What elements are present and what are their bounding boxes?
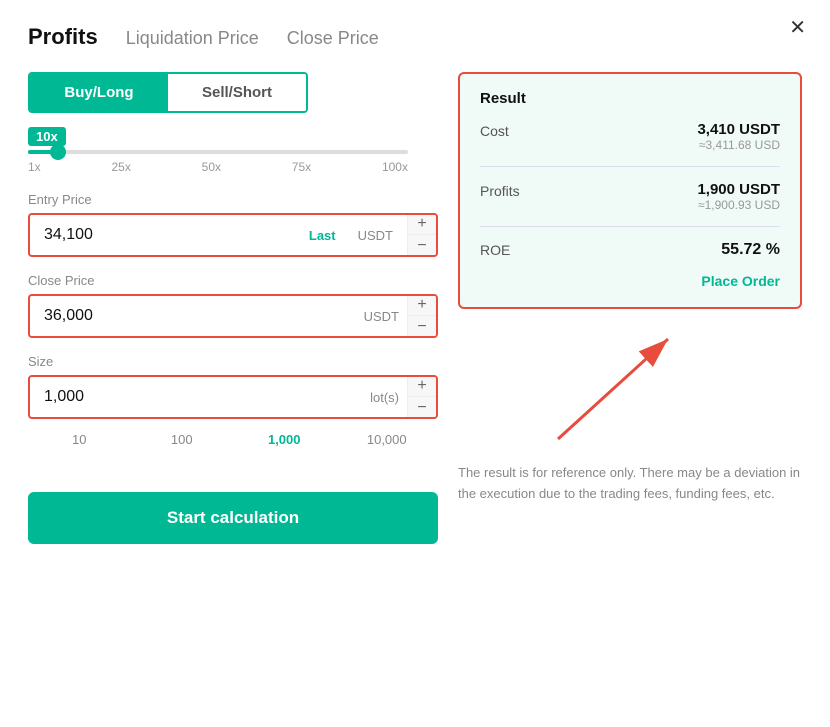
profits-sub-value: ≈1,900.93 USD	[697, 198, 780, 212]
roe-row: ROE 55.72 %	[480, 241, 780, 259]
slider-labels: 1x 25x 50x 75x 100x	[28, 160, 408, 174]
slider-label-100x: 100x	[382, 160, 408, 174]
slider-label-25x: 25x	[111, 160, 130, 174]
close-price-input[interactable]	[30, 307, 356, 325]
sell-short-button[interactable]: Sell/Short	[168, 74, 306, 111]
entry-price-group: Entry Price Last USDT + −	[28, 192, 438, 257]
cost-row: Cost 3,410 USDT ≈3,411.68 USD	[480, 121, 780, 152]
size-input-row: lot(s) + −	[28, 375, 438, 419]
main-layout: Buy/Long Sell/Short 10x 1x 25x 50x 75x 1…	[28, 72, 802, 544]
profits-label: Profits	[480, 181, 520, 199]
close-button[interactable]: ✕	[789, 18, 806, 38]
entry-price-unit: USDT	[350, 228, 401, 243]
tab-profits[interactable]: Profits	[28, 24, 98, 52]
close-price-input-row: USDT + −	[28, 294, 438, 338]
size-quick-10[interactable]: 10	[28, 427, 131, 452]
tab-close-price[interactable]: Close Price	[287, 28, 379, 51]
place-order-link: Place Order	[480, 273, 780, 291]
disclaimer: The result is for reference only. There …	[458, 449, 802, 505]
close-price-unit: USDT	[356, 309, 407, 324]
entry-price-decrement[interactable]: −	[408, 235, 436, 257]
cost-sub-value: ≈3,411.68 USD	[697, 138, 780, 152]
size-quick-10000[interactable]: 10,000	[336, 427, 439, 452]
entry-price-controls: + −	[407, 213, 436, 257]
roe-label: ROE	[480, 242, 510, 258]
red-arrow-icon	[538, 319, 698, 449]
modal: ✕ Profits Liquidation Price Close Price …	[0, 0, 830, 727]
entry-price-label: Entry Price	[28, 192, 438, 207]
divider-2	[480, 226, 780, 227]
entry-price-units: Last USDT	[301, 228, 407, 243]
tabs-bar: Profits Liquidation Price Close Price	[28, 24, 802, 52]
slider-label-1x: 1x	[28, 160, 41, 174]
close-price-group: Close Price USDT + −	[28, 273, 438, 338]
leverage-area: 10x 1x 25x 50x 75x 100x	[28, 127, 408, 174]
cost-main-value: 3,410 USDT	[697, 121, 780, 138]
entry-price-increment[interactable]: +	[408, 213, 436, 235]
arrow-annotation	[458, 309, 802, 449]
profits-main-value: 1,900 USDT	[697, 181, 780, 198]
cost-label: Cost	[480, 121, 509, 139]
size-unit: lot(s)	[362, 390, 407, 405]
leverage-badge: 10x	[28, 127, 66, 146]
close-price-label: Close Price	[28, 273, 438, 288]
size-increment[interactable]: +	[408, 375, 436, 397]
size-decrement[interactable]: −	[408, 397, 436, 419]
entry-price-last-badge[interactable]: Last	[301, 228, 344, 243]
size-input[interactable]	[30, 388, 362, 406]
place-order-button[interactable]: Place Order	[701, 273, 780, 289]
close-price-increment[interactable]: +	[408, 294, 436, 316]
left-panel: Buy/Long Sell/Short 10x 1x 25x 50x 75x 1…	[28, 72, 438, 544]
divider-1	[480, 166, 780, 167]
size-quick-1000[interactable]: 1,000	[233, 427, 336, 452]
result-box: Result Cost 3,410 USDT ≈3,411.68 USD Pro…	[458, 72, 802, 309]
tab-liquidation-price[interactable]: Liquidation Price	[126, 28, 259, 51]
leverage-slider-thumb[interactable]	[50, 144, 66, 160]
close-price-controls: + −	[407, 294, 436, 338]
profits-values: 1,900 USDT ≈1,900.93 USD	[697, 181, 780, 212]
right-panel: Result Cost 3,410 USDT ≈3,411.68 USD Pro…	[458, 72, 802, 544]
size-label: Size	[28, 354, 438, 369]
buy-long-button[interactable]: Buy/Long	[30, 74, 168, 111]
slider-label-75x: 75x	[292, 160, 311, 174]
cost-values: 3,410 USDT ≈3,411.68 USD	[697, 121, 780, 152]
profits-row: Profits 1,900 USDT ≈1,900.93 USD	[480, 181, 780, 212]
slider-label-50x: 50x	[202, 160, 221, 174]
size-quick-100[interactable]: 100	[131, 427, 234, 452]
buy-sell-toggle: Buy/Long Sell/Short	[28, 72, 308, 113]
start-calculation-button[interactable]: Start calculation	[28, 492, 438, 544]
entry-price-input-row: Last USDT + −	[28, 213, 438, 257]
size-group: Size lot(s) + − 10 100 1,000 10,000	[28, 354, 438, 452]
roe-value: 55.72 %	[721, 241, 780, 259]
leverage-slider-track[interactable]	[28, 150, 408, 154]
close-price-decrement[interactable]: −	[408, 316, 436, 338]
result-title: Result	[480, 90, 780, 107]
entry-price-input[interactable]	[30, 226, 301, 244]
size-quick-select: 10 100 1,000 10,000	[28, 427, 438, 452]
size-controls: + −	[407, 375, 436, 419]
